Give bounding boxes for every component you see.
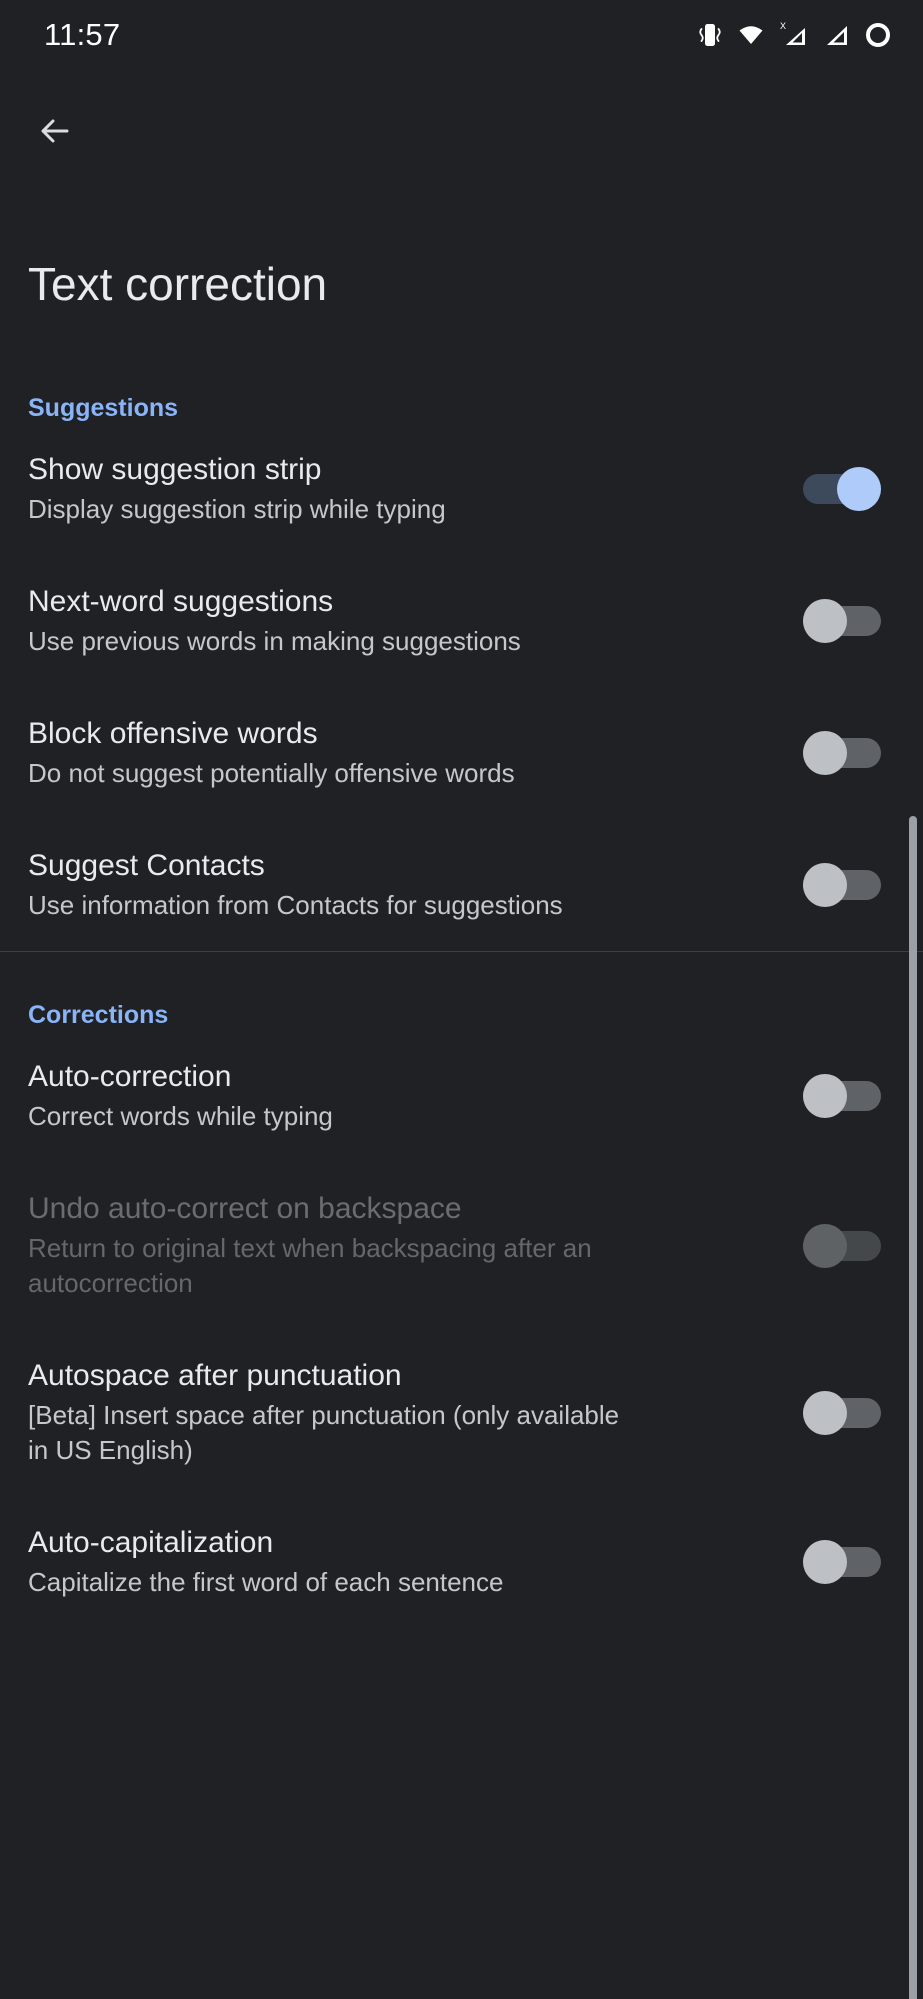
setting-row-text: Autospace after punctuation [Beta] Insert… — [28, 1357, 620, 1468]
svg-text:X: X — [780, 21, 786, 31]
setting-row-auto-correction[interactable]: Auto-correction Correct words while typin… — [0, 1030, 923, 1162]
setting-row-switch-container[interactable] — [789, 1387, 881, 1439]
toggle-switch-thumb — [837, 467, 881, 511]
setting-row-title: Auto-capitalization — [28, 1526, 274, 1559]
status-bar-clock: 11:57 — [44, 17, 121, 52]
setting-row-subtitle: Use previous words in making suggestions — [28, 626, 521, 656]
toggle-switch-thumb — [803, 863, 847, 907]
toggle-switch[interactable] — [803, 1390, 881, 1435]
mobile-signal-icon — [824, 20, 850, 50]
toggle-switch[interactable] — [803, 599, 881, 643]
setting-row-switch-container[interactable] — [789, 859, 881, 911]
setting-row-next-word-suggestions[interactable]: Next-word suggestions Use previous words … — [0, 555, 923, 687]
setting-row-switch-container[interactable] — [789, 1070, 881, 1122]
settings-section: Suggestions Show suggestion strip Display … — [0, 345, 923, 951]
setting-row-text: Suggest Contacts Use information from Con… — [28, 847, 620, 923]
arrow-back-icon — [34, 110, 76, 157]
setting-row-subtitle: Return to original text when backspacing… — [28, 1233, 592, 1298]
toggle-switch-thumb — [803, 731, 847, 775]
setting-row-subtitle: Correct words while typing — [28, 1101, 333, 1131]
setting-row-title: Block offensive words — [28, 717, 318, 750]
battery-circle-icon — [863, 20, 893, 50]
app-bar — [0, 70, 923, 180]
setting-row-subtitle: Do not suggest potentially offensive wor… — [28, 758, 515, 788]
setting-row-text: Undo auto-correct on backspace Return to … — [28, 1190, 620, 1301]
setting-row-autospace-after-punctuation[interactable]: Autospace after punctuation [Beta] Insert… — [0, 1329, 923, 1496]
toggle-switch-thumb — [803, 1390, 847, 1435]
setting-row-subtitle: [Beta] Insert space after punctuation (o… — [28, 1400, 620, 1465]
setting-row-text: Auto-correction Correct words while typin… — [28, 1058, 620, 1134]
back-button[interactable] — [26, 104, 84, 162]
settings-section: Corrections Auto-correction Correct words … — [0, 951, 923, 1628]
setting-row-switch-container[interactable] — [789, 463, 881, 515]
toggle-switch — [803, 1223, 881, 1268]
scrollbar-thumb[interactable] — [909, 816, 917, 1999]
setting-row-switch-container[interactable] — [789, 727, 881, 779]
toggle-switch[interactable] — [803, 863, 881, 907]
status-bar-icons: X — [697, 20, 893, 50]
setting-row-auto-capitalization[interactable]: Auto-capitalization Capitalize the first … — [0, 1496, 923, 1628]
setting-row-undo-auto-correct-on-backspace[interactable]: Undo auto-correct on backspace Return to … — [0, 1162, 923, 1329]
toggle-switch-thumb — [803, 1540, 847, 1584]
toggle-switch-thumb — [803, 599, 847, 643]
wifi-icon — [736, 20, 766, 50]
scrollbar-track[interactable] — [909, 408, 920, 1999]
toggle-switch[interactable] — [803, 1074, 881, 1118]
setting-row-subtitle: Display suggestion strip while typing — [28, 494, 446, 524]
text-correction-settings-screen: 11:57 X Text correction Suggestions Show… — [0, 0, 923, 1999]
setting-row-title: Suggest Contacts — [28, 849, 265, 882]
section-header: Suggestions — [28, 394, 179, 422]
setting-row-title: Undo auto-correct on backspace — [28, 1192, 462, 1225]
setting-row-switch-container[interactable] — [789, 595, 881, 647]
setting-row-switch-container[interactable] — [789, 1536, 881, 1588]
setting-row-title: Autospace after punctuation — [28, 1359, 402, 1392]
settings-list: Suggestions Show suggestion strip Display … — [0, 345, 923, 1628]
setting-row-block-offensive-words[interactable]: Block offensive words Do not suggest pote… — [0, 687, 923, 819]
setting-row-text: Next-word suggestions Use previous words … — [28, 583, 620, 659]
status-bar: 11:57 X — [0, 0, 923, 70]
setting-row-text: Auto-capitalization Capitalize the first … — [28, 1524, 620, 1600]
vibrate-icon — [697, 20, 723, 50]
setting-row-switch-container[interactable] — [789, 1220, 881, 1272]
toggle-switch[interactable] — [803, 467, 881, 511]
section-header: Corrections — [28, 1001, 169, 1029]
setting-row-title: Next-word suggestions — [28, 585, 334, 618]
mobile-signal-no-sim-icon: X — [779, 20, 811, 50]
setting-row-subtitle: Use information from Contacts for sugges… — [28, 890, 563, 920]
toggle-switch[interactable] — [803, 731, 881, 775]
toggle-switch[interactable] — [803, 1540, 881, 1584]
setting-row-show-suggestion-strip[interactable]: Show suggestion strip Display suggestion … — [0, 423, 923, 555]
page-title: Text correction — [28, 258, 328, 310]
setting-row-subtitle: Capitalize the first word of each senten… — [28, 1567, 504, 1597]
toggle-switch-thumb — [803, 1223, 847, 1268]
setting-row-title: Show suggestion strip — [28, 453, 322, 486]
setting-row-title: Auto-correction — [28, 1060, 232, 1093]
setting-row-suggest-contacts[interactable]: Suggest Contacts Use information from Con… — [0, 819, 923, 951]
setting-row-text: Show suggestion strip Display suggestion … — [28, 451, 620, 527]
toggle-switch-thumb — [803, 1074, 847, 1118]
setting-row-text: Block offensive words Do not suggest pote… — [28, 715, 620, 791]
